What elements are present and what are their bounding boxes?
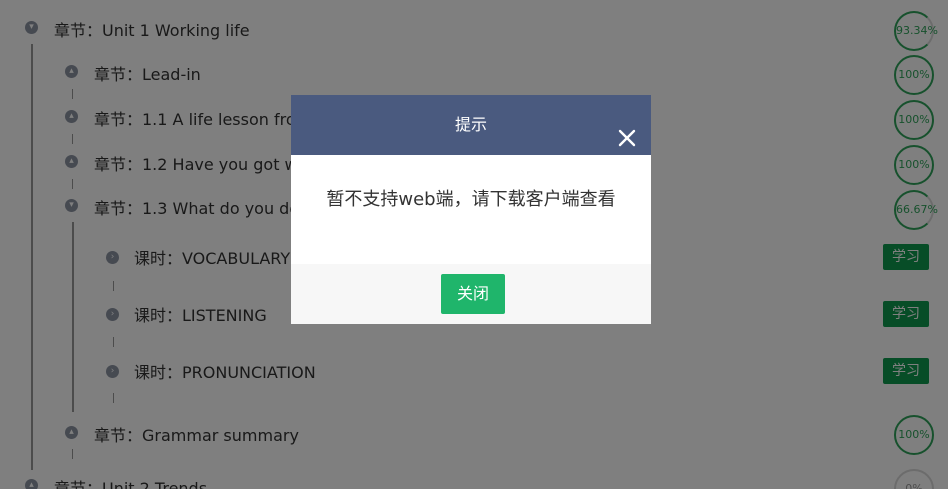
dialog-message: 暂不支持web端，请下载客户端查看 <box>326 189 616 210</box>
close-button[interactable]: 关闭 <box>441 274 505 314</box>
dialog-footer: 关闭 <box>291 264 651 324</box>
alert-dialog: 提示 暂不支持web端，请下载客户端查看 关闭 <box>291 95 651 324</box>
close-icon[interactable] <box>617 113 637 147</box>
dialog-title: 提示 <box>454 115 487 134</box>
course-outline-page: ▾ 章节：Unit 1 Working life 93.34% ▴ 章节：Lea… <box>0 0 948 489</box>
dialog-header: 提示 <box>291 95 651 155</box>
dialog-body: 暂不支持web端，请下载客户端查看 <box>291 155 651 264</box>
